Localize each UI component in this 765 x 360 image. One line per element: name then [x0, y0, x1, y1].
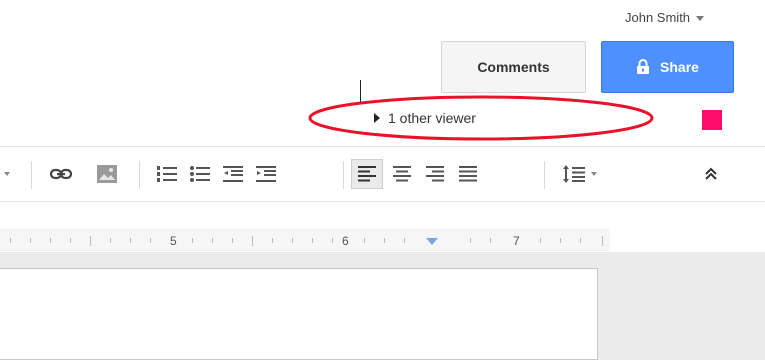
chevron-down-icon	[696, 16, 705, 21]
font-size-dropdown[interactable]	[0, 159, 14, 189]
line-spacing-icon	[563, 165, 585, 183]
user-name: John Smith	[625, 10, 691, 25]
comments-button[interactable]: Comments	[441, 41, 586, 93]
justify-icon	[459, 166, 477, 182]
right-indent-marker-icon[interactable]	[426, 238, 438, 246]
viewer-color-marker	[702, 110, 722, 130]
decrease-indent-icon	[223, 166, 243, 182]
ruler-number: 5	[170, 234, 177, 248]
link-icon	[50, 168, 72, 180]
toolbar-divider	[139, 161, 140, 189]
expand-arrow-icon	[374, 113, 380, 123]
text-cursor	[360, 80, 361, 102]
align-left-icon	[358, 166, 376, 182]
bulleted-list-icon	[190, 166, 210, 182]
share-button[interactable]: Share	[601, 41, 734, 93]
increase-indent-button[interactable]	[252, 159, 280, 189]
document-page[interactable]	[0, 268, 598, 360]
insert-image-button[interactable]	[93, 159, 121, 189]
justify-button[interactable]	[454, 159, 482, 189]
toolbar-divider	[31, 161, 32, 189]
user-menu[interactable]: John Smith	[625, 10, 705, 25]
image-icon	[97, 165, 117, 183]
chevron-down-icon	[591, 172, 597, 176]
comments-button-label: Comments	[477, 59, 550, 75]
increase-indent-icon	[256, 166, 276, 182]
align-center-icon	[393, 166, 411, 182]
other-viewers-label: 1 other viewer	[388, 110, 476, 126]
chevron-down-icon	[4, 172, 10, 176]
ruler-number: 6	[342, 234, 349, 248]
share-button-label: Share	[660, 59, 699, 75]
collapse-toolbar-button[interactable]	[697, 159, 725, 189]
ruler-number: 7	[513, 234, 520, 248]
decrease-indent-button[interactable]	[219, 159, 247, 189]
formatting-toolbar	[0, 146, 765, 202]
align-right-icon	[426, 166, 444, 182]
ruler[interactable]: 5 6 7	[0, 229, 610, 251]
bulleted-list-button[interactable]	[186, 159, 214, 189]
collapse-icon	[705, 167, 717, 180]
toolbar-divider	[343, 161, 344, 189]
numbered-list-button[interactable]	[153, 159, 181, 189]
lock-icon	[637, 59, 650, 74]
insert-link-button[interactable]	[47, 159, 75, 189]
align-right-button[interactable]	[421, 159, 449, 189]
align-center-button[interactable]	[388, 159, 416, 189]
align-left-button[interactable]	[351, 159, 383, 189]
line-spacing-button[interactable]	[555, 159, 605, 189]
toolbar-divider	[544, 161, 545, 189]
other-viewers-toggle[interactable]: 1 other viewer	[374, 110, 476, 126]
numbered-list-icon	[157, 166, 177, 182]
